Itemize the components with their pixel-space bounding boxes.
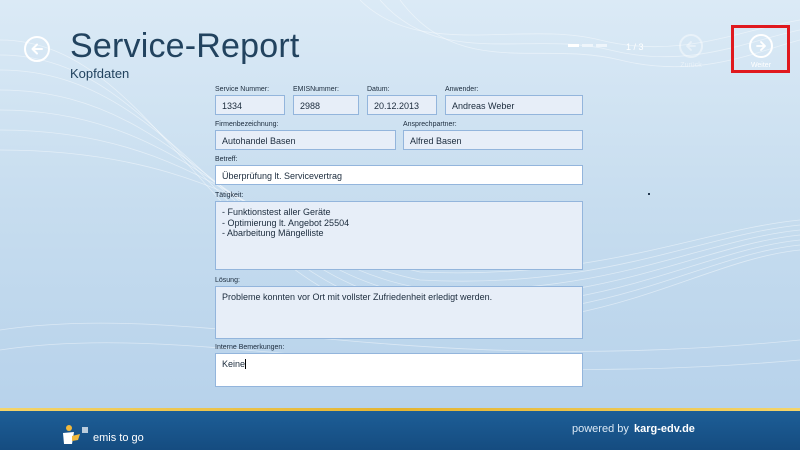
interne-bemerkungen-value: Keine — [222, 359, 246, 369]
text-caret — [245, 359, 247, 369]
page-title: Service-Report — [70, 27, 300, 65]
emis-nummer-label: EMISNummer: — [293, 86, 339, 93]
zurueck-label: Zurück — [680, 62, 702, 69]
stray-dot — [648, 193, 650, 195]
interne-bemerkungen-field[interactable]: Keine — [215, 353, 583, 387]
anwender-label: Anwender: — [445, 86, 479, 93]
page-dot-1 — [568, 44, 579, 47]
powered-by-url: karg-edv.de — [634, 423, 695, 435]
arrow-left-icon — [31, 43, 43, 55]
emis-logo-icon — [63, 425, 88, 444]
zurueck-button[interactable]: Zurück — [671, 34, 711, 74]
emis-nummer-field[interactable]: 2988 — [293, 95, 359, 115]
ansprechpartner-field[interactable]: Alfred Basen — [403, 130, 583, 150]
service-nummer-label: Service Nummer: — [215, 86, 270, 93]
anwender-field[interactable]: Andreas Weber — [445, 95, 583, 115]
betreff-field[interactable]: Überprüfung lt. Servicevertrag — [215, 165, 583, 185]
loesung-field[interactable]: Probleme konnten vor Ort mit vollster Zu… — [215, 286, 583, 339]
page-indicator: 1 / 3 — [626, 42, 644, 52]
firmenbezeichnung-label: Firmenbezeichnung: — [215, 121, 279, 128]
arrow-left-icon — [679, 34, 703, 58]
weiter-highlight-frame — [731, 25, 790, 73]
firmenbezeichnung-field[interactable]: Autohandel Basen — [215, 130, 396, 150]
taetigkeit-label: Tätigkeit: — [215, 192, 244, 199]
service-nummer-field[interactable]: 1334 — [215, 95, 285, 115]
page-subtitle: Kopfdaten — [70, 66, 130, 81]
back-button[interactable] — [24, 36, 50, 62]
taetigkeit-field[interactable]: - Funktionstest aller Geräte - Optimieru… — [215, 201, 583, 270]
page-dot-2 — [582, 44, 593, 47]
betreff-label: Betreff: — [215, 156, 238, 163]
logo-text: emis to go — [93, 432, 144, 444]
datum-field[interactable]: 20.12.2013 — [367, 95, 437, 115]
page-progress — [568, 44, 607, 47]
datum-label: Datum: — [367, 86, 390, 93]
page-dot-3 — [596, 44, 607, 47]
loesung-label: Lösung: — [215, 277, 240, 284]
powered-by-text: powered by — [572, 423, 629, 435]
interne-bemerkungen-label: Interne Bemerkungen: — [215, 344, 285, 351]
ansprechpartner-label: Ansprechpartner: — [403, 121, 457, 128]
